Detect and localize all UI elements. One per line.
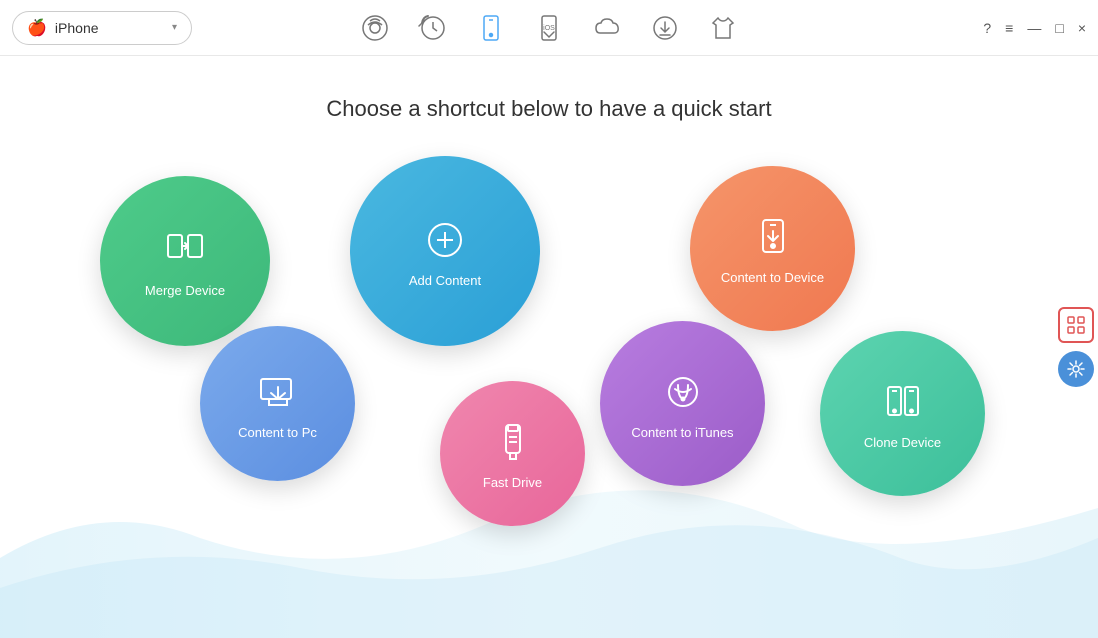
toolbar-download-icon[interactable]	[650, 13, 680, 43]
content-to-itunes-label: Content to iTunes	[631, 425, 733, 440]
apple-icon: 🍎	[27, 18, 47, 38]
toolbar-backup-icon[interactable]	[418, 13, 448, 43]
content-to-itunes-button[interactable]: Content to iTunes	[600, 321, 765, 486]
fast-drive-label: Fast Drive	[483, 475, 542, 490]
merge-device-label: Merge Device	[145, 283, 225, 298]
device-name: iPhone	[55, 20, 99, 36]
help-button[interactable]: ?	[983, 21, 991, 35]
toolbar-theme-icon[interactable]	[708, 13, 738, 43]
circles-container: Merge Device Add Content Content to Devi…	[0, 136, 1098, 638]
restore-button[interactable]: □	[1055, 21, 1063, 35]
fast-drive-button[interactable]: Fast Drive	[440, 381, 585, 526]
toolbar-cloud-icon[interactable]	[592, 13, 622, 43]
main-content: Choose a shortcut below to have a quick …	[0, 56, 1098, 638]
content-to-device-button[interactable]: Content to Device	[690, 166, 855, 331]
title-bar: 🍎 iPhone ▾	[0, 0, 1098, 56]
page-title: Choose a shortcut below to have a quick …	[0, 96, 1098, 122]
content-to-device-label: Content to Device	[721, 270, 824, 285]
svg-text:iOS: iOS	[543, 25, 555, 32]
right-sidebar	[1058, 307, 1098, 387]
clone-device-button[interactable]: Clone Device	[820, 331, 985, 496]
toolbar: iOS	[360, 13, 738, 43]
clone-device-label: Clone Device	[864, 435, 941, 450]
minimize-button[interactable]: —	[1027, 21, 1041, 35]
close-button[interactable]: ×	[1078, 21, 1086, 35]
window-controls: ? ≡ — □ ×	[983, 21, 1086, 35]
tools-button[interactable]	[1058, 351, 1094, 387]
content-to-pc-button[interactable]: Content to Pc	[200, 326, 355, 481]
toolbar-device-icon[interactable]	[476, 13, 506, 43]
device-selector[interactable]: 🍎 iPhone ▾	[12, 11, 192, 45]
menu-button[interactable]: ≡	[1005, 21, 1013, 35]
toolbar-music-icon[interactable]	[360, 13, 390, 43]
chevron-down-icon: ▾	[172, 22, 177, 33]
content-to-pc-label: Content to Pc	[238, 425, 317, 440]
merge-device-button[interactable]: Merge Device	[100, 176, 270, 346]
add-content-button[interactable]: Add Content	[350, 156, 540, 346]
toolbar-ios-icon[interactable]: iOS	[534, 13, 564, 43]
grid-view-button[interactable]	[1058, 307, 1094, 343]
add-content-label: Add Content	[409, 273, 481, 288]
